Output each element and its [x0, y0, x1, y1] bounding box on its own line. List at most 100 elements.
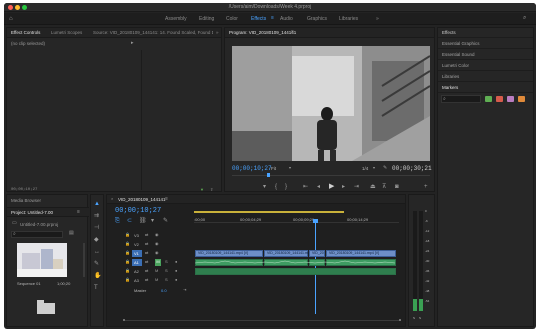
voice-record-icon[interactable]: ● — [175, 260, 177, 264]
zoom-handle-right[interactable] — [399, 319, 401, 321]
panel-essential-sound[interactable]: Essential Sound — [438, 50, 533, 60]
workspace-tab-color[interactable]: Color — [226, 16, 238, 22]
solo-right-button[interactable]: S — [419, 316, 421, 320]
snap-icon[interactable]: ⊂ — [127, 218, 132, 224]
workspace-tab-graphics[interactable]: Graphics — [307, 16, 327, 22]
razor-tool-icon[interactable]: ◆ — [94, 237, 99, 243]
timeline-menu-icon[interactable]: ≡ — [165, 197, 168, 202]
solo-button[interactable]: S — [165, 269, 168, 273]
panel-markers[interactable]: Markers — [438, 83, 533, 93]
workspace-more-button[interactable]: » — [376, 16, 379, 22]
pen-tool-icon[interactable]: ✎ — [94, 261, 99, 267]
sync-lock-icon[interactable]: ⇄ — [145, 269, 148, 273]
workspace-tab-editing[interactable]: Editing — [199, 16, 214, 22]
eye-icon[interactable]: ◉ — [155, 242, 159, 246]
play-icon[interactable]: ▶ — [329, 183, 334, 190]
slip-tool-icon[interactable]: ↔ — [94, 249, 100, 255]
solo-left-button[interactable]: S — [413, 316, 415, 320]
sequence-thumbnail[interactable] — [17, 243, 67, 277]
resolution-select[interactable]: 1/4 — [362, 166, 368, 171]
program-scrubber[interactable] — [232, 173, 430, 178]
tab-source[interactable]: Source: VID_20180109_144141: 14. Found S… — [93, 30, 213, 35]
timeline-zoom-scrollbar[interactable] — [123, 318, 403, 322]
voice-record-icon[interactable]: ● — [175, 278, 177, 282]
export-icon[interactable]: ⇪ — [210, 188, 213, 192]
step-forward-icon[interactable]: ▸ — [342, 184, 345, 190]
panel-expand-icon[interactable]: ▸ — [131, 41, 134, 46]
markers-search-input[interactable]: ⌕ — [441, 95, 481, 103]
sync-lock-icon[interactable]: ⇄ — [145, 260, 148, 264]
master-value[interactable]: 0.0 — [161, 288, 167, 293]
audio-clip[interactable] — [195, 268, 396, 275]
voice-record-icon[interactable]: ● — [175, 269, 177, 273]
video-clip[interactable]: VID_20180109_144141.mp4 [V] — [326, 250, 396, 257]
ripple-edit-tool-icon[interactable]: ⊣ — [94, 225, 99, 231]
mute-button[interactable]: M — [155, 269, 158, 273]
workspace-menu-icon[interactable]: ≡ — [271, 16, 274, 21]
bin-folder-icon[interactable] — [37, 300, 55, 314]
program-playhead[interactable] — [267, 173, 270, 177]
timeline-timecode[interactable]: 00;00;10;27 — [115, 207, 161, 215]
tab-project[interactable]: Project: Untitled-7.00 — [11, 210, 53, 215]
export-frame-icon[interactable]: ◙ — [395, 184, 399, 190]
tab-effect-controls[interactable]: Effect Controls — [11, 30, 40, 35]
lock-icon[interactable]: 🔒 — [125, 260, 130, 264]
filter-icon[interactable]: ▼ — [200, 188, 204, 192]
fit-dropdown-icon[interactable]: ▾ — [289, 166, 291, 170]
program-timecode[interactable]: 00;00;10;27 — [232, 165, 272, 172]
mark-in-icon[interactable]: { — [275, 184, 277, 190]
go-to-out-icon[interactable]: ⇥ — [354, 184, 359, 190]
tab-media-browser[interactable]: Media Browser — [11, 198, 41, 203]
sync-lock-icon[interactable]: ⇄ — [145, 233, 148, 237]
tab-sequence[interactable]: VID_20180109_144141 — [118, 197, 166, 202]
lock-icon[interactable]: 🔒 — [125, 251, 130, 255]
mute-button[interactable]: M — [155, 259, 161, 266]
step-back-icon[interactable]: ◂ — [317, 184, 320, 190]
panel-lumetri-color[interactable]: Lumetri Color — [438, 61, 533, 71]
source-more-button[interactable]: » — [216, 30, 219, 35]
eye-icon[interactable]: ◉ — [155, 251, 159, 255]
selection-tool-icon[interactable]: ▲ — [94, 201, 100, 207]
go-to-end-icon[interactable]: ⇥ — [183, 288, 186, 292]
wrench-icon[interactable]: ✎ — [383, 166, 387, 171]
add-marker-icon[interactable]: ▾ — [151, 218, 154, 224]
tab-lumetri-scopes[interactable]: Lumetri Scopes — [51, 30, 82, 35]
lift-icon[interactable]: ⏏ — [370, 184, 376, 190]
search-icon[interactable]: ⌕ — [523, 15, 526, 21]
timeline-settings-icon[interactable]: ✎ — [163, 218, 168, 224]
go-to-in-icon[interactable]: ⇤ — [303, 184, 308, 190]
time-ruler[interactable]: :00;00 00;00;04;29 00;00;09;29 00;00;14;… — [194, 209, 399, 223]
sync-lock-icon[interactable]: ⇄ — [145, 242, 148, 246]
solo-button[interactable]: S — [165, 260, 168, 264]
nest-icon[interactable]: ⎘ — [115, 218, 120, 224]
sync-lock-icon[interactable]: ⇄ — [145, 251, 148, 255]
workspace-tab-effects[interactable]: Effects — [251, 16, 266, 22]
lock-icon[interactable]: 🔒 — [125, 278, 130, 282]
button-editor-icon[interactable]: + — [424, 184, 428, 190]
project-search-input[interactable]: ⌕ — [11, 231, 63, 238]
panel-essential-graphics[interactable]: Essential Graphics — [438, 39, 533, 49]
sync-lock-icon[interactable]: ⇄ — [145, 278, 148, 282]
type-tool-icon[interactable]: T — [94, 285, 98, 291]
workspace-tab-audio[interactable]: Audio — [280, 16, 293, 22]
hand-tool-icon[interactable]: ✋ — [94, 273, 101, 279]
eye-icon[interactable]: ◉ — [155, 233, 159, 237]
extract-icon[interactable]: ⊼ — [382, 184, 386, 190]
project-scrollbar[interactable] — [83, 243, 85, 277]
project-menu-icon[interactable]: ≡ — [77, 210, 80, 215]
marker-color-red[interactable] — [496, 96, 503, 102]
lock-icon[interactable]: 🔒 — [125, 269, 130, 273]
zoom-fit-select[interactable]: Fit — [271, 166, 276, 171]
resolution-dropdown-icon[interactable]: ▾ — [373, 166, 375, 170]
add-marker-icon[interactable]: ▾ — [263, 184, 266, 190]
video-clip[interactable]: VID_20180109_144141.mp4 [V] — [264, 250, 317, 257]
lock-icon[interactable]: 🔒 — [125, 242, 130, 246]
panel-effects[interactable]: Effects — [438, 28, 533, 38]
marker-color-orange[interactable] — [518, 96, 525, 102]
video-clip[interactable]: VID_20 — [309, 250, 325, 257]
marker-color-purple[interactable] — [507, 96, 514, 102]
lock-icon[interactable]: 🔒 — [125, 233, 130, 237]
new-bin-icon[interactable]: ▤ — [69, 231, 74, 236]
track-select-tool-icon[interactable]: ⇉ — [94, 213, 99, 219]
program-menu-icon[interactable]: ≡ — [291, 30, 294, 35]
